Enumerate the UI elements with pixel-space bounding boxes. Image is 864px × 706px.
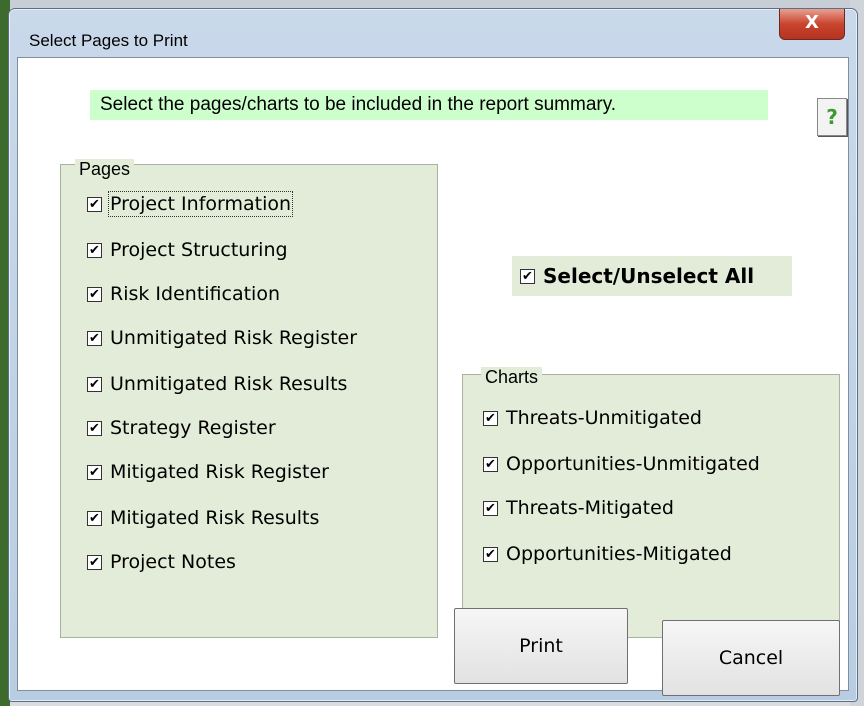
checkbox-icon[interactable]: ✔ [87, 376, 102, 392]
checkbox-icon[interactable]: ✔ [483, 500, 498, 516]
charts-legend: Charts [481, 367, 543, 388]
checkbox-label[interactable]: Project Structuring [110, 239, 288, 261]
checkbox-icon[interactable]: ✔ [87, 464, 102, 480]
checkbox-icon[interactable]: ✔ [87, 554, 102, 570]
checkbox-project-notes[interactable]: ✔ Project Notes [87, 549, 236, 575]
question-mark-icon: ? [826, 105, 838, 129]
checkbox-risk-identification[interactable]: ✔ Risk Identification [87, 281, 280, 307]
checkbox-label[interactable]: Risk Identification [110, 283, 280, 305]
checkbox-project-information[interactable]: ✔ Project Information [87, 191, 294, 217]
select-pages-dialog: Select Pages to Print X Select the pages… [8, 8, 858, 702]
checkbox-mitigated-risk-register[interactable]: ✔ Mitigated Risk Register [87, 459, 329, 485]
checkbox-icon[interactable]: ✔ [87, 196, 102, 212]
checkbox-label[interactable]: Opportunities-Unmitigated [506, 453, 760, 475]
dialog-body: Select the pages/charts to be included i… [17, 57, 849, 696]
checkbox-label[interactable]: Mitigated Risk Register [110, 461, 329, 483]
checkbox-unmitigated-risk-results[interactable]: ✔ Unmitigated Risk Results [87, 371, 347, 397]
pages-frame: Pages ✔ Project Information ✔ Project St… [60, 159, 438, 638]
select-all-label[interactable]: Select/Unselect All [543, 264, 754, 288]
help-button[interactable]: ? [817, 98, 847, 136]
print-button[interactable]: Print [454, 608, 628, 684]
checkbox-label[interactable]: Threats-Mitigated [506, 497, 674, 519]
checkbox-icon[interactable]: ✔ [87, 330, 102, 346]
checkbox-label[interactable]: Threats-Unmitigated [506, 407, 702, 429]
checkbox-label[interactable]: Opportunities-Mitigated [506, 543, 732, 565]
checkbox-label[interactable]: Project Information [107, 191, 294, 217]
checkbox-label[interactable]: Project Notes [110, 551, 236, 573]
checkbox-icon[interactable]: ✔ [87, 510, 102, 526]
checkbox-threats-unmitigated[interactable]: ✔ Threats-Unmitigated [483, 405, 702, 431]
checkbox-unmitigated-risk-register[interactable]: ✔ Unmitigated Risk Register [87, 325, 357, 351]
checkbox-icon[interactable]: ✔ [520, 268, 535, 284]
checkbox-project-structuring[interactable]: ✔ Project Structuring [87, 237, 288, 263]
title-bar[interactable]: Select Pages to Print X [9, 9, 857, 61]
checkbox-opportunities-unmitigated[interactable]: ✔ Opportunities-Unmitigated [483, 451, 760, 477]
cancel-button[interactable]: Cancel [662, 620, 840, 696]
select-all-checkbox[interactable]: ✔ Select/Unselect All [512, 256, 792, 296]
checkbox-label[interactable]: Mitigated Risk Results [110, 507, 319, 529]
dialog-title: Select Pages to Print [29, 31, 188, 50]
close-button[interactable]: X [779, 9, 845, 40]
pages-legend: Pages [75, 159, 135, 180]
desktop-background [0, 0, 864, 8]
close-icon: X [805, 12, 819, 33]
checkbox-opportunities-mitigated[interactable]: ✔ Opportunities-Mitigated [483, 541, 732, 567]
checkbox-icon[interactable]: ✔ [483, 546, 498, 562]
checkbox-threats-mitigated[interactable]: ✔ Threats-Mitigated [483, 495, 674, 521]
checkbox-icon[interactable]: ✔ [87, 242, 102, 258]
checkbox-strategy-register[interactable]: ✔ Strategy Register [87, 415, 276, 441]
checkbox-mitigated-risk-results[interactable]: ✔ Mitigated Risk Results [87, 505, 319, 531]
checkbox-label[interactable]: Unmitigated Risk Results [110, 373, 347, 395]
checkbox-label[interactable]: Unmitigated Risk Register [110, 327, 357, 349]
checkbox-label[interactable]: Strategy Register [110, 417, 276, 439]
checkbox-icon[interactable]: ✔ [483, 456, 498, 472]
checkbox-icon[interactable]: ✔ [483, 410, 498, 426]
charts-frame: Charts ✔ Threats-Unmitigated ✔ Opportuni… [462, 367, 840, 638]
checkbox-icon[interactable]: ✔ [87, 286, 102, 302]
instruction-text: Select the pages/charts to be included i… [90, 90, 768, 120]
checkbox-icon[interactable]: ✔ [87, 420, 102, 436]
